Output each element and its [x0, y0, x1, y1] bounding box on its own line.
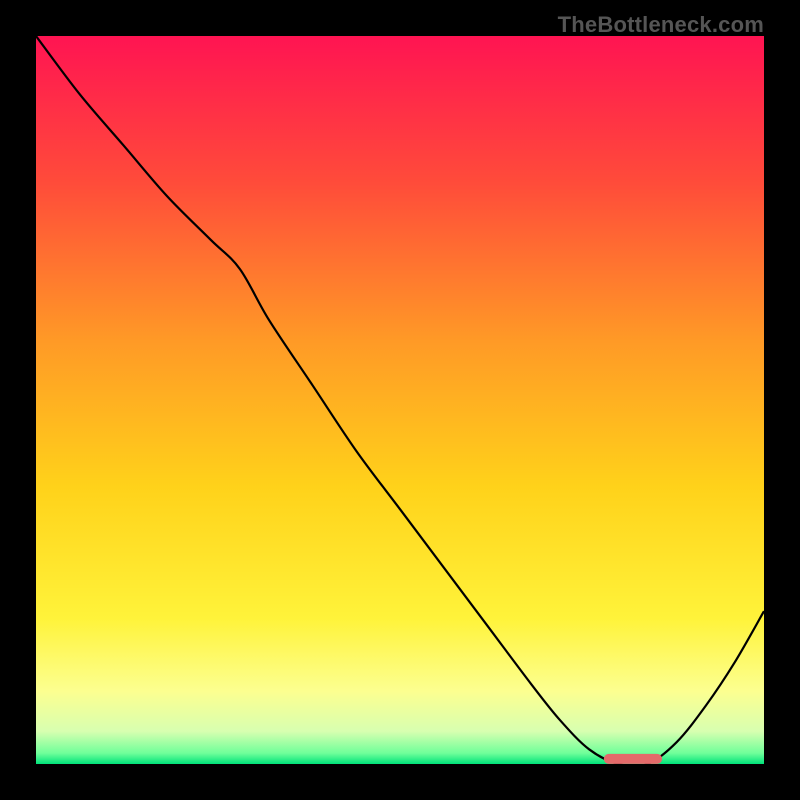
chart-frame: TheBottleneck.com: [0, 0, 800, 800]
watermark-text: TheBottleneck.com: [558, 12, 764, 38]
curve-layer: [36, 36, 764, 764]
optimal-range-marker: [604, 754, 662, 764]
plot-area: [36, 36, 764, 764]
bottleneck-curve: [36, 36, 764, 764]
